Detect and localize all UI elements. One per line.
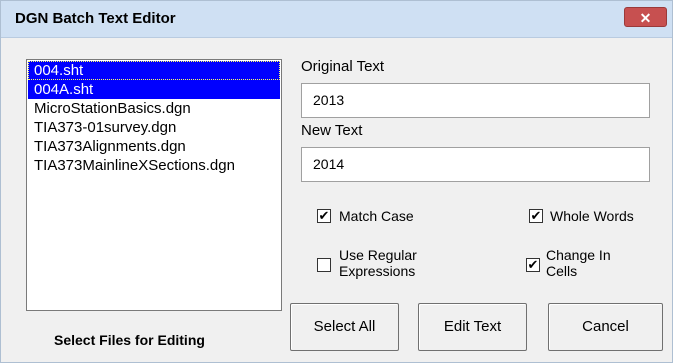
change-in-cells-checkbox[interactable]: ✔ [526,258,540,272]
select-all-button[interactable]: Select All [290,303,399,351]
regex-label-line2: Expressions [339,263,416,279]
cancel-button[interactable]: Cancel [548,303,663,351]
file-listbox[interactable]: 004.sht 004A.sht MicroStationBasics.dgn … [26,59,282,311]
change-in-cells-label-line1: Change In [546,247,611,263]
list-item[interactable]: TIA373-01survey.dgn [28,118,280,137]
list-item[interactable]: TIA373MainlineXSections.dgn [28,156,280,175]
original-text-label: Original Text [301,58,385,75]
title-bar[interactable]: DGN Batch Text Editor ✕ [1,1,672,38]
original-text-input[interactable]: 2013 [301,83,650,118]
close-icon: ✕ [639,10,652,26]
whole-words-checkbox[interactable]: ✔ [529,209,543,223]
regex-label[interactable]: Use Regular Expressions [339,247,417,279]
list-item[interactable]: 004.sht [28,61,280,80]
list-item[interactable]: TIA373Alignments.dgn [28,137,280,156]
dialog-window: DGN Batch Text Editor ✕ 004.sht 004A.sht… [0,0,673,363]
change-in-cells-label-line2: Cells [546,263,578,279]
whole-words-label[interactable]: Whole Words [550,208,634,224]
regex-label-line1: Use Regular [339,247,417,263]
file-list-caption: Select Files for Editing [54,332,205,348]
window-title: DGN Batch Text Editor [15,10,176,27]
close-button[interactable]: ✕ [624,7,667,27]
list-item[interactable]: MicroStationBasics.dgn [28,99,280,118]
regex-checkbox[interactable] [317,258,331,272]
match-case-checkbox[interactable]: ✔ [317,209,331,223]
new-text-input[interactable]: 2014 [301,147,650,182]
list-item[interactable]: 004A.sht [28,80,280,99]
change-in-cells-label[interactable]: Change In Cells [546,247,611,279]
edit-text-button[interactable]: Edit Text [418,303,527,351]
match-case-label[interactable]: Match Case [339,208,414,224]
new-text-label: New Text [301,122,363,139]
